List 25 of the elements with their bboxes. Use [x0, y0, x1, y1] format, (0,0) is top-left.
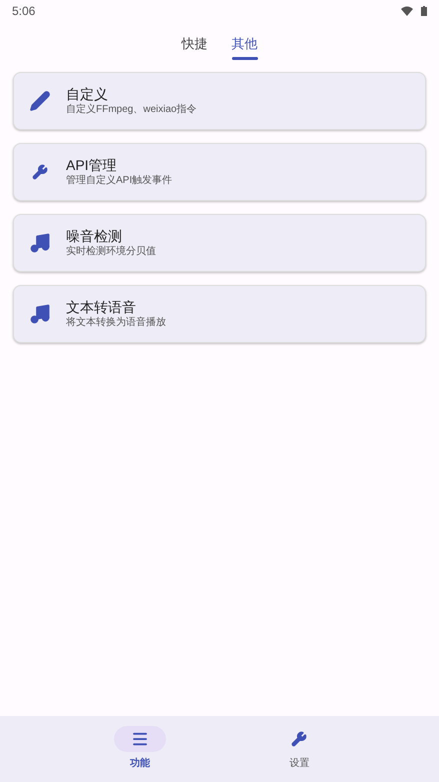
nav-item[interactable]: 设置: [259, 726, 340, 782]
wrench-icon: [32, 164, 48, 180]
music-note-icon: [29, 232, 51, 254]
music-note-icon: [29, 303, 51, 325]
battery-icon: [421, 6, 427, 16]
feature-card[interactable]: API管理 管理自定义API触发事件: [13, 143, 426, 201]
card-subtitle: 实时检测环境分贝值: [66, 245, 156, 259]
nav-item[interactable]: 功能: [100, 726, 180, 782]
card-subtitle: 将文本转换为语音播放: [66, 316, 166, 330]
card-subtitle: 自定义FFmpeg、weixiao指令: [66, 103, 197, 117]
tab[interactable]: 快捷: [182, 30, 208, 58]
wifi-icon: [401, 6, 413, 16]
card-subtitle: 管理自定义API触发事件: [66, 174, 172, 188]
feature-card[interactable]: 自定义 自定义FFmpeg、weixiao指令: [13, 72, 426, 130]
card-title: API管理: [66, 156, 118, 174]
tab[interactable]: 其他: [232, 30, 258, 58]
feature-card[interactable]: 噪音检测 实时检测环境分贝值: [13, 214, 426, 272]
wrench-icon: [291, 731, 308, 747]
card-title: 文本转语音: [66, 298, 137, 316]
card-title: 噪音检测: [66, 227, 123, 245]
status-time: 5:06: [12, 3, 36, 20]
menu-icon: [130, 730, 149, 748]
card-title: 自定义: [66, 85, 109, 103]
pencil-icon: [29, 90, 51, 112]
feature-card[interactable]: 文本转语音 将文本转换为语音播放: [13, 285, 426, 343]
